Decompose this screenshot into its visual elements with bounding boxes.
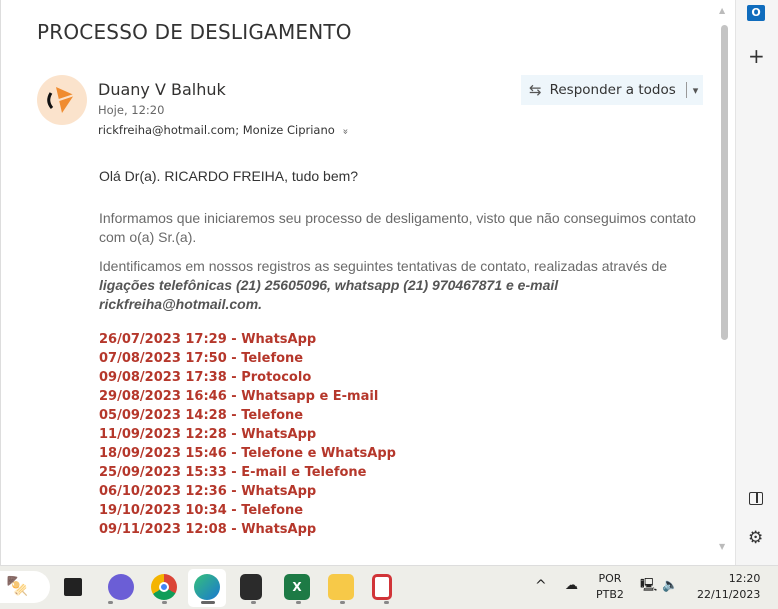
add-icon[interactable]: +	[748, 44, 765, 68]
contact-attempt: 19/10/2023 10:34 - Telefone	[99, 503, 304, 518]
contact-attempt: 05/09/2023 14:28 - Telefone	[99, 408, 304, 423]
email-body: Olá Dr(a). RICARDO FREIHA, tudo bem? Inf…	[99, 168, 699, 539]
contact-attempt: 18/09/2023 15:46 - Telefone e WhatsApp	[99, 446, 396, 461]
contact-attempt: 11/09/2023 12:28 - WhatsApp	[99, 427, 317, 442]
teams-chat-icon[interactable]	[108, 574, 134, 600]
reply-all-icon: ⇆	[529, 81, 542, 99]
recipients[interactable]: rickfreiha@hotmail.com; Monize Cipriano …	[98, 123, 351, 137]
sender-name[interactable]: Duany V Balhuk	[98, 80, 226, 99]
attempts-list: 26/07/2023 17:29 - WhatsApp 07/08/2023 17…	[99, 330, 699, 539]
onedrive-icon[interactable]: ☁	[565, 578, 578, 594]
snipping-tool-icon[interactable]	[372, 574, 392, 600]
contact-attempt: 07/08/2023 17:50 - Telefone	[99, 351, 304, 366]
task-view-icon[interactable]	[64, 578, 82, 596]
right-rail: O + ⚙	[735, 0, 778, 565]
sender-avatar[interactable]	[37, 75, 87, 125]
edge-icon[interactable]	[194, 574, 220, 600]
chevron-down-icon[interactable]: ▾	[693, 84, 699, 97]
scrollbar[interactable]	[721, 25, 728, 340]
contact-attempt: 09/11/2023 12:08 - WhatsApp	[99, 522, 317, 537]
show-hidden-icons-chevron[interactable]: ^	[535, 578, 547, 594]
file-explorer-icon[interactable]	[328, 574, 354, 600]
paragraph: Identificamos em nossos registros as seg…	[99, 258, 668, 312]
language-indicator[interactable]: POR PTB2	[596, 571, 624, 603]
contact-attempt: 09/08/2023 17:38 - Protocolo	[99, 370, 312, 385]
volume-icon[interactable]: 🔈	[662, 578, 678, 594]
taskbar: 🍢 X ^ ☁ POR PTB2 🖳 🔈 12:20 22/11/2023	[0, 565, 778, 609]
email-subject: PROCESSO DE DESLIGAMENTO	[37, 20, 352, 44]
widgets-icon[interactable]: 🍢	[0, 571, 50, 603]
sticky-notes-icon[interactable]	[240, 574, 262, 600]
chrome-icon[interactable]	[151, 574, 177, 600]
reply-all-button[interactable]: ⇆ Responder a todos ▾	[521, 75, 703, 105]
expand-recipients-icon[interactable]: »	[340, 128, 351, 134]
scroll-down-arrow[interactable]: ▼	[719, 542, 725, 551]
contact-attempt: 29/08/2023 16:46 - Whatsapp e E-mail	[99, 389, 379, 404]
paragraph: Informamos que iniciaremos seu processo …	[99, 210, 696, 245]
contact-attempt: 25/09/2023 15:33 - E-mail e Telefone	[99, 465, 367, 480]
greeting: Olá Dr(a). RICARDO FREIHA, tudo bem?	[99, 168, 359, 184]
excel-icon[interactable]: X	[284, 574, 310, 600]
settings-gear-icon[interactable]: ⚙	[748, 528, 763, 548]
contact-attempt: 06/10/2023 12:36 - WhatsApp	[99, 484, 317, 499]
outlook-icon[interactable]: O	[747, 5, 765, 21]
reading-pane: PROCESSO DE DESLIGAMENTO Duany V Balhuk …	[0, 0, 735, 565]
sent-date: Hoje, 12:20	[98, 103, 165, 117]
contact-attempt: 26/07/2023 17:29 - WhatsApp	[99, 332, 317, 347]
network-icon[interactable]: 🖳	[640, 578, 657, 594]
clock[interactable]: 12:20 22/11/2023	[697, 571, 760, 603]
side-panel-icon[interactable]	[749, 492, 763, 505]
scroll-up-arrow[interactable]: ▲	[719, 6, 725, 15]
